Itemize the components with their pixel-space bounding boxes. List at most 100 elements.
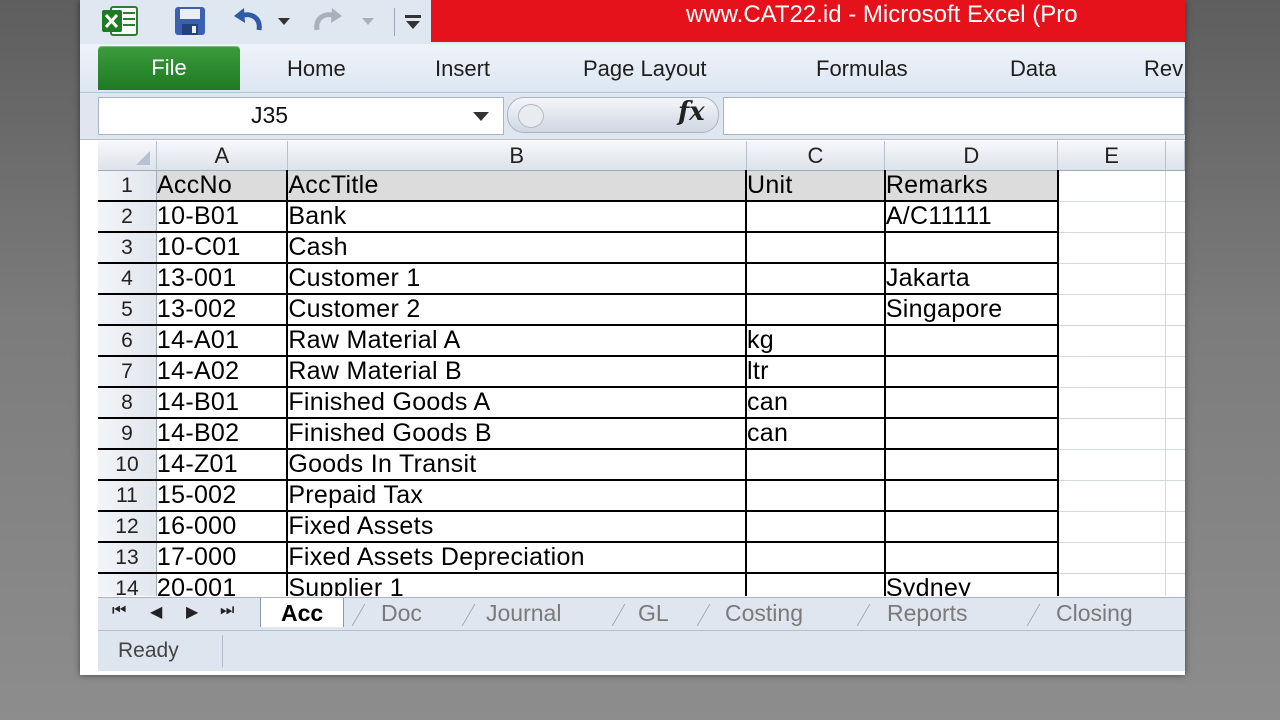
cell-f7[interactable] (1165, 356, 1185, 388)
cell-e11[interactable] (1057, 480, 1167, 512)
redo-icon[interactable] (308, 4, 348, 38)
cell-c1[interactable]: Unit (746, 170, 886, 202)
cell-a5[interactable]: 13-002 (156, 294, 289, 326)
sheet-tab-acc[interactable]: Acc (260, 598, 345, 627)
cell-d4[interactable]: Jakarta (884, 263, 1059, 295)
cell-a7[interactable]: 14-A02 (156, 356, 289, 388)
insert-function-icon[interactable]: fx (678, 97, 705, 127)
file-tab[interactable]: File (98, 46, 240, 90)
cell-e5[interactable] (1057, 294, 1167, 326)
sheet-tab-journal[interactable]: Journal (486, 600, 561, 627)
cell-b3[interactable]: Cash (287, 232, 747, 264)
column-header-d[interactable]: D (884, 141, 1059, 171)
cell-b10[interactable]: Goods In Transit (287, 449, 747, 481)
cell-e7[interactable] (1057, 356, 1167, 388)
cell-c6[interactable]: kg (746, 325, 886, 357)
select-all-corner[interactable] (98, 141, 157, 171)
cell-a3[interactable]: 10-C01 (156, 232, 289, 264)
sheet-tab-costing[interactable]: Costing (725, 600, 803, 627)
tab-insert[interactable]: Insert (435, 56, 490, 82)
save-icon[interactable] (170, 4, 210, 38)
cell-e13[interactable] (1057, 542, 1167, 574)
row-header[interactable]: 11 (98, 480, 157, 512)
cell-f4[interactable] (1165, 263, 1185, 295)
row-header[interactable]: 5 (98, 294, 157, 326)
column-header-f[interactable] (1165, 141, 1185, 171)
cell-c8[interactable]: can (746, 387, 886, 419)
cell-f8[interactable] (1165, 387, 1185, 419)
column-header-e[interactable]: E (1057, 141, 1167, 171)
cell-b14[interactable]: Supplier 1 (287, 573, 747, 596)
cell-c14[interactable] (746, 573, 886, 596)
cell-f9[interactable] (1165, 418, 1185, 450)
cell-e14[interactable] (1057, 573, 1167, 596)
row-header[interactable]: 14 (98, 573, 157, 596)
row-header[interactable]: 13 (98, 542, 157, 574)
cell-a2[interactable]: 10-B01 (156, 201, 289, 233)
cell-d10[interactable] (884, 449, 1059, 481)
sheet-tab-closing[interactable]: Closing (1056, 600, 1133, 627)
cell-e10[interactable] (1057, 449, 1167, 481)
cell-b11[interactable]: Prepaid Tax (287, 480, 747, 512)
column-header-c[interactable]: C (746, 141, 886, 171)
cell-b13[interactable]: Fixed Assets Depreciation (287, 542, 747, 574)
cell-b8[interactable]: Finished Goods A (287, 387, 747, 419)
cell-d14[interactable]: Sydney (884, 573, 1059, 596)
cell-b4[interactable]: Customer 1 (287, 263, 747, 295)
cell-f3[interactable] (1165, 232, 1185, 264)
cell-d9[interactable] (884, 418, 1059, 450)
cell-e3[interactable] (1057, 232, 1167, 264)
sheet-tab-gl[interactable]: GL (638, 600, 669, 627)
cell-d12[interactable] (884, 511, 1059, 543)
cell-c3[interactable] (746, 232, 886, 264)
tab-data[interactable]: Data (1010, 56, 1056, 82)
cell-d13[interactable] (884, 542, 1059, 574)
prev-sheet-icon[interactable]: ◀ (150, 602, 162, 622)
cell-c2[interactable] (746, 201, 886, 233)
cell-c10[interactable] (746, 449, 886, 481)
cell-c11[interactable] (746, 480, 886, 512)
cell-b6[interactable]: Raw Material A (287, 325, 747, 357)
row-header[interactable]: 8 (98, 387, 157, 419)
row-header[interactable]: 12 (98, 511, 157, 543)
cell-f12[interactable] (1165, 511, 1185, 543)
cell-a6[interactable]: 14-A01 (156, 325, 289, 357)
cell-b9[interactable]: Finished Goods B (287, 418, 747, 450)
tab-review[interactable]: Rev (1144, 56, 1183, 82)
cell-e4[interactable] (1057, 263, 1167, 295)
cell-c4[interactable] (746, 263, 886, 295)
name-box[interactable]: J35 (98, 97, 504, 135)
cell-a11[interactable]: 15-002 (156, 480, 289, 512)
redo-dropdown-icon[interactable] (358, 4, 378, 38)
cell-d5[interactable]: Singapore (884, 294, 1059, 326)
row-header[interactable]: 7 (98, 356, 157, 388)
first-sheet-icon[interactable]: ⏮ (112, 602, 126, 620)
cell-f6[interactable] (1165, 325, 1185, 357)
cell-d7[interactable] (884, 356, 1059, 388)
cell-d11[interactable] (884, 480, 1059, 512)
cell-a8[interactable]: 14-B01 (156, 387, 289, 419)
excel-icon[interactable] (98, 4, 142, 38)
cell-a14[interactable]: 20-001 (156, 573, 289, 596)
formula-input[interactable] (723, 97, 1185, 135)
cell-d1[interactable]: Remarks (884, 170, 1059, 202)
cell-a12[interactable]: 16-000 (156, 511, 289, 543)
cell-c7[interactable]: ltr (746, 356, 886, 388)
cell-a9[interactable]: 14-B02 (156, 418, 289, 450)
cell-a4[interactable]: 13-001 (156, 263, 289, 295)
column-header-a[interactable]: A (156, 141, 288, 171)
cell-e12[interactable] (1057, 511, 1167, 543)
cell-f1[interactable] (1165, 170, 1185, 202)
cell-f10[interactable] (1165, 449, 1185, 481)
cell-a10[interactable]: 14-Z01 (156, 449, 289, 481)
cell-f2[interactable] (1165, 201, 1185, 233)
sheet-tab-reports[interactable]: Reports (887, 600, 968, 627)
cell-f14[interactable] (1165, 573, 1185, 596)
cell-c13[interactable] (746, 542, 886, 574)
cell-e8[interactable] (1057, 387, 1167, 419)
cell-d3[interactable] (884, 232, 1059, 264)
row-header[interactable]: 9 (98, 418, 157, 450)
customize-icon[interactable] (400, 4, 426, 38)
row-header[interactable]: 6 (98, 325, 157, 357)
cell-b5[interactable]: Customer 2 (287, 294, 747, 326)
